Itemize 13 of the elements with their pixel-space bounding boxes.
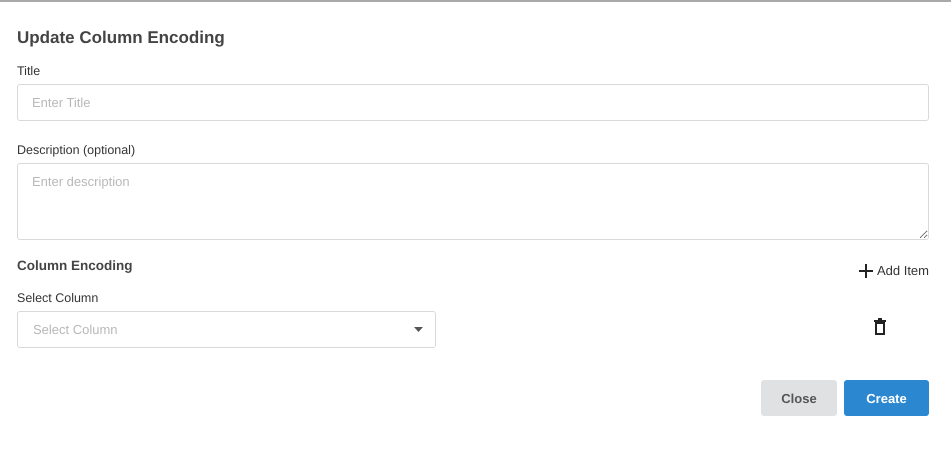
close-button[interactable]: Close xyxy=(761,380,837,416)
field-label: Title xyxy=(17,63,40,79)
create-button[interactable]: Create xyxy=(844,380,929,416)
title-field[interactable]: Enter Title xyxy=(17,84,929,121)
trash-icon[interactable] xyxy=(874,318,886,335)
plus-icon xyxy=(858,264,873,278)
section-heading: Column Encoding xyxy=(17,257,132,275)
add-item-button[interactable]: Add Item xyxy=(858,263,929,278)
caret-icon xyxy=(414,327,423,332)
dialog-title: Update Column Encoding xyxy=(17,28,225,48)
field-label: Description (optional) xyxy=(17,142,136,158)
description-field[interactable]: Enter description xyxy=(17,163,929,240)
field-label: Select Column xyxy=(17,290,98,306)
